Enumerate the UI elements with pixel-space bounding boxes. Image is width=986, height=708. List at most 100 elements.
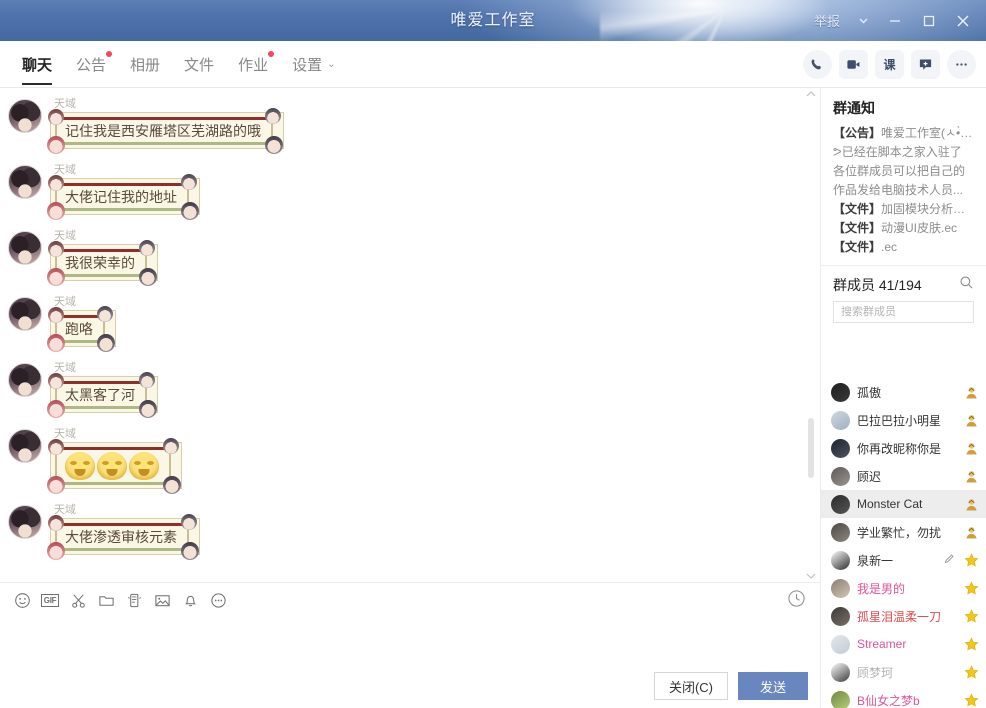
class-icon[interactable]: 课 — [875, 49, 904, 79]
maximize-icon[interactable] — [912, 7, 946, 35]
image-icon[interactable] — [148, 586, 176, 614]
member-search-box[interactable] — [833, 301, 974, 323]
chevron-down-icon[interactable] — [848, 7, 878, 35]
message-item: 天域 大佬渗透审核元素 — [0, 494, 820, 560]
message-bubble[interactable]: 跑咯 — [47, 306, 116, 352]
member-row[interactable]: 学业繁忙，勿扰 — [821, 518, 986, 546]
member-row[interactable]: B仙女之梦b — [821, 686, 986, 708]
close-button[interactable]: 关闭(C) — [653, 672, 728, 700]
message-text: 跑咯 — [65, 321, 93, 337]
avatar[interactable] — [8, 363, 42, 397]
avatar[interactable] — [8, 165, 42, 199]
avatar[interactable] — [8, 231, 42, 265]
search-icon[interactable] — [959, 275, 974, 295]
scrollbar-thumb[interactable] — [808, 418, 814, 478]
crying-emoji-icon — [65, 452, 95, 480]
member-row[interactable]: 孤星泪温柔一刀 — [821, 602, 986, 630]
member-row[interactable]: 我是男的 — [821, 574, 986, 602]
message-scrollbar[interactable] — [804, 88, 818, 582]
tab-4[interactable]: 作业 — [226, 41, 280, 88]
message-body: 天域 我很荣幸的 — [47, 225, 158, 286]
message-body: 天域 大佬渗透审核元素 — [47, 499, 200, 560]
member-avatar[interactable] — [831, 410, 850, 430]
scroll-up-arrow[interactable] — [804, 88, 818, 100]
member-row[interactable]: 孤傲 — [821, 378, 986, 406]
gif-icon[interactable]: GIF — [36, 586, 64, 614]
scrollbar-track[interactable] — [809, 100, 813, 570]
member-name: Monster Cat — [857, 497, 923, 511]
add-member-icon[interactable] — [911, 49, 940, 79]
tab-0[interactable]: 聊天 — [10, 41, 64, 88]
tab-2[interactable]: 相册 — [118, 41, 172, 88]
message-text: 太黑客了河 — [65, 387, 135, 403]
send-button[interactable]: 发送 — [738, 672, 808, 700]
screenshot-icon[interactable] — [64, 586, 92, 614]
member-avatar[interactable] — [831, 494, 850, 514]
member-row[interactable]: Monster Cat — [821, 490, 986, 518]
minimize-icon[interactable] — [878, 7, 912, 35]
chibi-decoration-icon — [265, 108, 281, 124]
member-avatar[interactable] — [831, 382, 850, 402]
member-list: 孤傲 巴拉巴拉小明星 你再改昵称你是 顾迟 Monster Cat 学业繁忙，勿扰 泉新一我… — [821, 378, 986, 708]
member-avatar[interactable] — [831, 606, 850, 626]
crying-emoji-icon — [97, 452, 127, 480]
edit-nickname-icon[interactable] — [944, 553, 955, 567]
bell-icon[interactable] — [176, 586, 204, 614]
tab-5[interactable]: 设置 ⌄ — [280, 41, 347, 88]
member-row[interactable]: 泉新一 — [821, 546, 986, 574]
group-notice-lines: 【公告】唯爱工作室(ㅅ•̀ω•́)ᓄ ᕗ已经在脚本之家入驻了各位群成员可以把自己的… — [833, 124, 974, 257]
member-avatar[interactable] — [831, 634, 850, 654]
chibi-decoration-icon — [97, 306, 113, 322]
message-bubble[interactable] — [47, 438, 182, 494]
message-input-area: GIF 关闭(C) 发送 — [0, 582, 820, 708]
avatar[interactable] — [8, 297, 42, 331]
more-options-icon[interactable] — [204, 586, 232, 614]
group-sidebar: 群通知 【公告】唯爱工作室(ㅅ•̀ω•́)ᓄ ᕗ已经在脚本之家入驻了各位群成员可以… — [820, 88, 986, 708]
avatar[interactable] — [8, 99, 42, 133]
close-icon[interactable] — [946, 7, 980, 35]
member-row[interactable]: 顾迟 — [821, 462, 986, 490]
message-bubble[interactable]: 记住我是西安雁塔区芜湖路的哦 — [47, 108, 284, 154]
message-bubble[interactable]: 我很荣幸的 — [47, 240, 158, 286]
bubble-bottom-bar — [57, 274, 143, 277]
bubble-top-bar — [57, 381, 143, 384]
member-avatar[interactable] — [831, 550, 850, 570]
member-avatar[interactable] — [831, 438, 850, 458]
more-icon[interactable] — [947, 49, 976, 79]
folder-icon[interactable] — [92, 586, 120, 614]
voice-call-icon[interactable] — [803, 49, 832, 79]
message-bubble[interactable]: 大佬渗透审核元素 — [47, 514, 200, 560]
tab-1[interactable]: 公告 — [64, 41, 118, 88]
message-bubble[interactable]: 太黑客了河 — [47, 372, 158, 418]
member-row[interactable]: 你再改昵称你是 — [821, 434, 986, 462]
member-avatar[interactable] — [831, 662, 850, 682]
report-button[interactable]: 举报 — [806, 7, 848, 35]
message-body: 天域 跑咯 — [47, 291, 116, 352]
video-call-icon[interactable] — [839, 49, 868, 79]
avatar[interactable] — [8, 429, 42, 463]
bubble-top-bar — [57, 523, 185, 526]
chibi-decoration-icon — [48, 307, 64, 323]
shake-icon[interactable] — [120, 586, 148, 614]
message-list: 天域 记住我是西安雁塔区芜湖路的哦 天域 大佬记住我的地址 天域 我很荣幸的 天域 跑咯 天域太… — [0, 88, 820, 582]
member-avatar[interactable] — [831, 466, 850, 486]
admin-badge-icon — [964, 413, 979, 428]
bubble-bottom-bar — [57, 482, 167, 485]
avatar[interactable] — [8, 505, 42, 539]
clock-icon[interactable] — [784, 586, 808, 610]
member-avatar[interactable] — [831, 578, 850, 598]
member-row[interactable]: 顾梦珂 — [821, 658, 986, 686]
scroll-down-arrow[interactable] — [804, 570, 818, 582]
group-notice-panel[interactable]: 群通知 【公告】唯爱工作室(ㅅ•̀ω•́)ᓄ ᕗ已经在脚本之家入驻了各位群成员可以… — [821, 88, 986, 266]
member-row[interactable]: Streamer — [821, 630, 986, 658]
chibi-decoration-icon — [47, 268, 65, 286]
message-bubble[interactable]: 大佬记住我的地址 — [47, 174, 200, 220]
member-avatar[interactable] — [831, 690, 850, 708]
tab-3[interactable]: 文件 — [172, 41, 226, 88]
member-search-input[interactable] — [841, 306, 966, 318]
message-input[interactable] — [8, 619, 808, 671]
emoji-icon[interactable] — [8, 586, 36, 614]
member-avatar[interactable] — [831, 522, 850, 542]
member-row[interactable]: 巴拉巴拉小明星 — [821, 406, 986, 434]
admin-badge-icon — [964, 525, 979, 540]
